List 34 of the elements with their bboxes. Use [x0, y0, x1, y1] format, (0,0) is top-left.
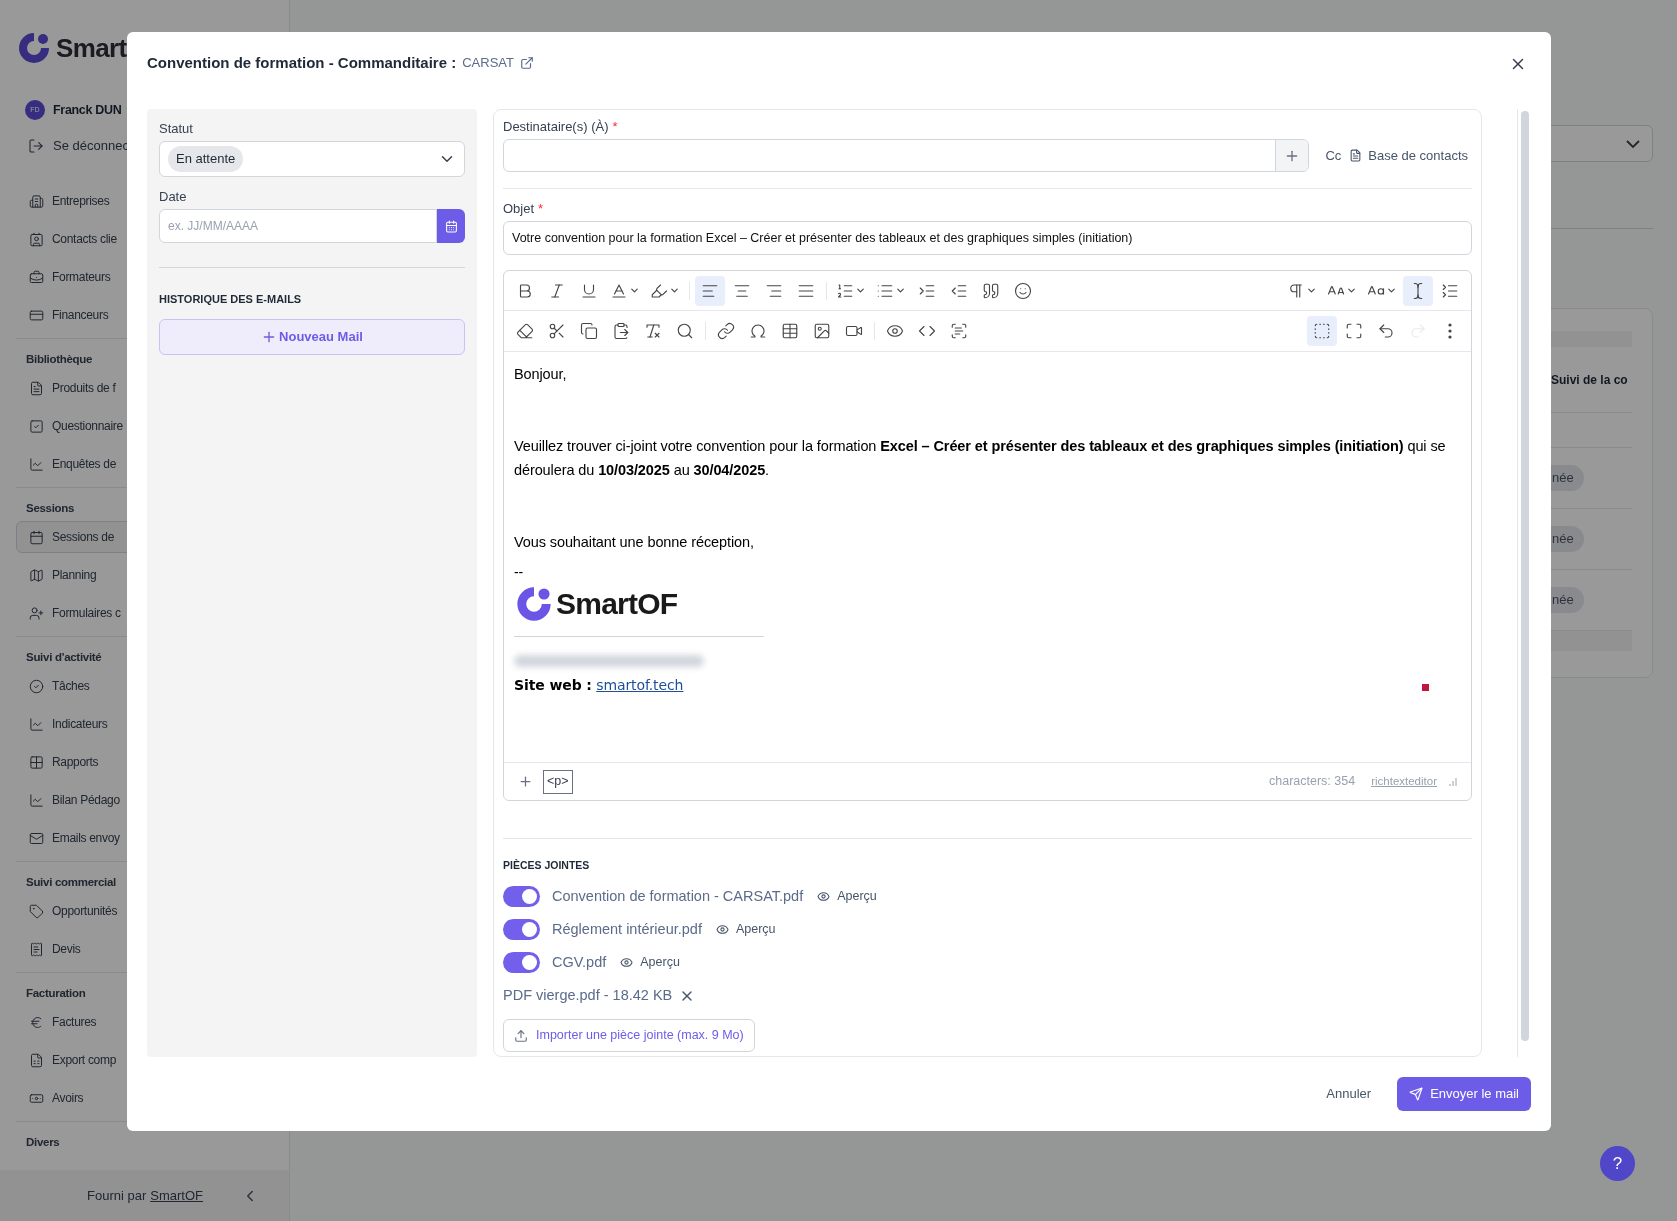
section-title: Suivi commercial	[25, 875, 117, 891]
status-chip: née	[1550, 465, 1584, 491]
field-label: Statut	[159, 121, 194, 137]
status-chip: En attente	[168, 146, 244, 172]
status-chip: née	[1550, 526, 1584, 552]
signature-logo-text: SmartOF	[556, 592, 678, 616]
signature-separator: --	[514, 564, 524, 580]
brand-name: Smart	[56, 31, 127, 65]
email-paragraph: Veuillez trouver ci-joint votre convention pour la formation Excel – Créer et présenter des tableaux et des graphiques simples (initiation) qui se déroulera du 10/03/2025 au 30/04/2025.	[514, 437, 1447, 480]
email-paragraph: Vous souhaitant une bonne réception,	[514, 533, 755, 552]
section-title: Sessions	[25, 501, 76, 517]
status-chip: née	[1550, 587, 1584, 613]
section-title: HISTORIQUE DES E-MAILS	[159, 292, 303, 306]
website-line: Site web : smartof.tech	[514, 676, 684, 695]
field-label: Destinataire(s) (À)	[503, 119, 609, 135]
field-label: Date	[159, 189, 188, 205]
section-title: Facturation	[25, 986, 87, 1002]
section-title: Suivi d'activité	[25, 650, 103, 666]
section-title: Divers	[25, 1135, 61, 1151]
field-label: Objet	[503, 201, 535, 217]
required-mark: *	[538, 201, 544, 217]
character-count: characters: 354	[1269, 773, 1356, 791]
attachment-name: Convention de formation - CARSAT.pdf	[552, 886, 804, 906]
column-header: Suivi de la co	[1551, 371, 1628, 389]
footer-text: Fourni par	[87, 1186, 147, 1205]
email-paragraph: Bonjour,	[514, 365, 568, 384]
section-title: Bibliothèque	[25, 352, 94, 368]
attachment-name: CGV.pdf	[552, 952, 607, 972]
section-title: PIÈCES JOINTES	[503, 859, 591, 871]
uploaded-file-name: PDF vierge.pdf - 18.42 KB	[503, 985, 673, 1005]
modal-title: Convention de formation - Commanditaire :	[147, 52, 457, 73]
required-mark: *	[612, 119, 618, 135]
attachment-name: Réglement intérieur.pdf	[552, 919, 702, 939]
user-name: Franck DUN	[53, 101, 122, 119]
